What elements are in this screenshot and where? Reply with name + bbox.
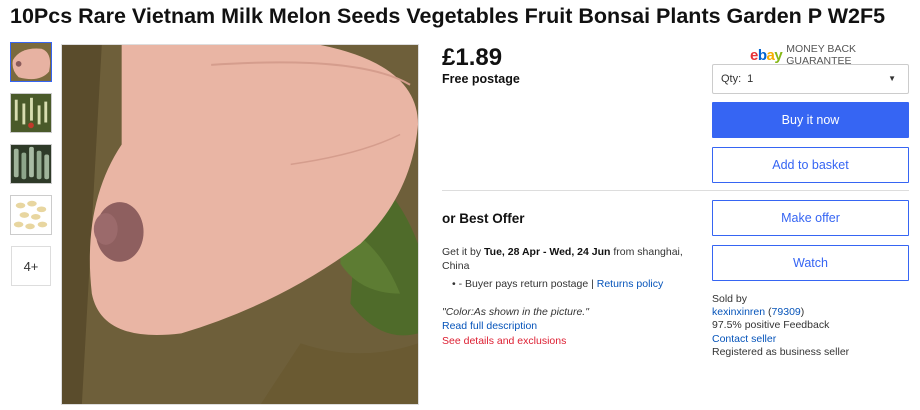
thumbnail-4[interactable] [10,195,52,235]
delivery-dates: Tue, 28 Apr - Wed, 24 Jun [484,246,611,258]
feedback-count-link[interactable]: 79309 [772,306,801,318]
quantity-label: Qty: [721,73,742,85]
thumbnail-2[interactable] [10,93,52,133]
thumbnail-strip: 4+ [10,42,54,286]
seller-name-link[interactable]: kexinxinren [712,306,765,318]
business-seller-label: Registered as business seller [712,345,850,358]
make-offer-button[interactable]: Make offer [712,200,909,236]
see-details-link[interactable]: See details and exclusions [442,335,566,347]
more-images-button[interactable]: 4+ [11,246,51,286]
returns-policy-link[interactable]: Returns policy [597,278,664,290]
best-offer-label: or Best Offer [442,211,525,226]
watch-button[interactable]: Watch [712,245,909,281]
returns-info: • - Buyer pays return postage | Returns … [452,278,664,290]
quantity-value: 1 [747,73,754,85]
seller-info: Sold by kexinxinren (79309) 97.5% positi… [712,293,850,358]
chevron-down-icon: ▼ [888,74,896,83]
read-full-description-link[interactable]: Read full description [442,320,537,332]
postage-info: Free postage [442,72,520,86]
add-to-basket-button[interactable]: Add to basket [712,147,909,183]
ebay-logo: ebay [750,46,783,64]
positive-feedback: 97.5% positive Feedback [712,319,830,332]
delivery-estimate: Get it by Tue, 28 Apr - Wed, 24 Jun from… [442,246,683,272]
listing-title: 10Pcs Rare Vietnam Milk Melon Seeds Vege… [10,4,886,28]
buy-it-now-button[interactable]: Buy it now [712,102,909,138]
sold-by-label: Sold by [712,293,748,305]
thumbnail-1[interactable] [10,42,52,82]
section-divider [442,190,909,191]
main-product-image[interactable] [61,44,419,405]
thumbnail-3[interactable] [10,144,52,184]
color-note: "Color:As shown in the picture." [442,306,589,318]
item-price: £1.89 [442,44,503,71]
quantity-select[interactable]: Qty: 1 ▼ [712,64,909,94]
contact-seller-link[interactable]: Contact seller [712,333,849,346]
